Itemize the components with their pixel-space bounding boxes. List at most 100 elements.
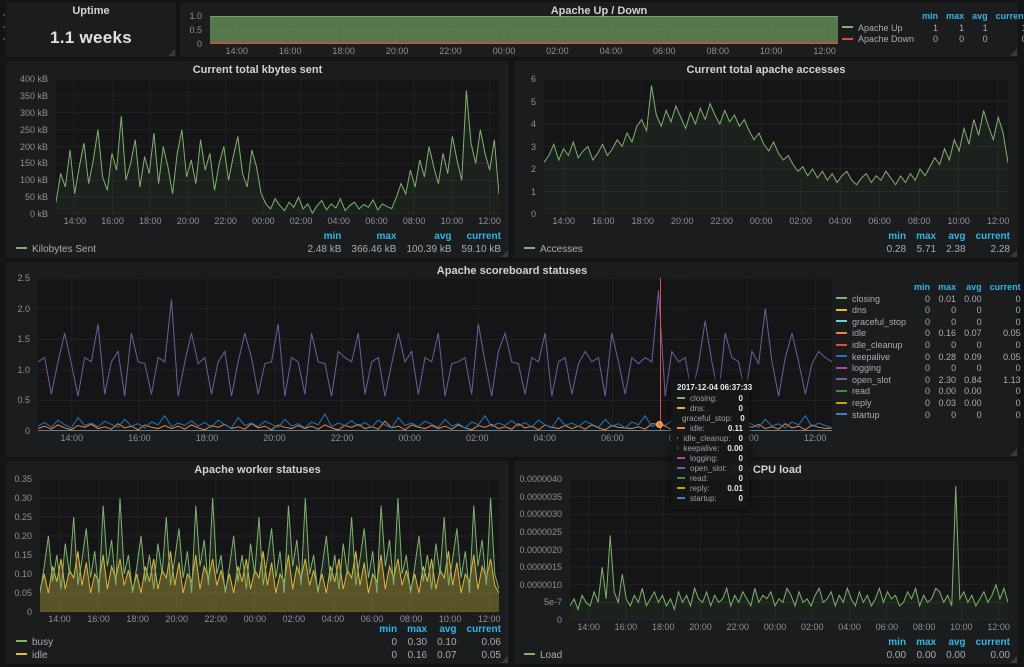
legend-value: 0 (906, 363, 930, 375)
panel-title[interactable]: Current total apache accesses (534, 64, 998, 76)
legend-item-reply[interactable]: reply (836, 398, 906, 410)
panel-title[interactable]: Current total kbytes sent (26, 64, 489, 76)
legend-header-min[interactable]: min (877, 230, 906, 243)
tooltip-series-value: 0 (731, 394, 743, 404)
series-color-swatch (16, 653, 27, 655)
x-tick: 04:00 (829, 216, 852, 226)
legend-value: 0 (369, 636, 397, 649)
legend-header-current[interactable]: current (982, 282, 1021, 294)
legend-value: 2.28 (966, 243, 1010, 256)
legend-item-Load[interactable]: Load (524, 649, 877, 662)
panel-title[interactable]: Uptime (26, 5, 156, 17)
legend-header-current[interactable]: current (452, 230, 501, 243)
legend-item-idle[interactable]: idle (836, 328, 906, 340)
legend-item-idle[interactable]: idle (16, 649, 369, 662)
cpu-chart[interactable] (570, 479, 1008, 620)
x-axis: 14:0016:0018:0020:0022:0000:0002:0004:00… (56, 215, 499, 227)
legend-item-dns[interactable]: dns (836, 305, 906, 317)
legend-value: 1 (914, 23, 938, 35)
legend-header-max[interactable]: max (341, 230, 396, 243)
legend-value: 0.05 (982, 352, 1021, 364)
legend-header-min[interactable]: min (877, 636, 906, 649)
legend-item-Apache Down[interactable]: Apache Down (842, 34, 914, 46)
legend-item-open_slot[interactable]: open_slot (836, 375, 906, 387)
legend-item-closing[interactable]: closing (836, 294, 906, 306)
tooltip-row: closing:0 (677, 394, 743, 404)
tooltip-row: dns:0 (677, 404, 743, 414)
panel-kbytes-sent: Current total kbytes sent 400 kB350 kB30… (6, 61, 509, 258)
grafana-dashboard: Uptime 1.1 weeks Apache Up / Down 1.00.5… (0, 0, 1024, 667)
legend-item-Accesses[interactable]: Accesses (524, 243, 877, 256)
legend-item-idle_cleanup[interactable]: idle_cleanup (836, 340, 906, 352)
x-tick: 00:00 (398, 433, 421, 443)
panel-title[interactable]: The CPU load (534, 464, 998, 476)
panel-resize-handle[interactable] (1010, 656, 1017, 663)
x-tick: 20:00 (177, 216, 200, 226)
x-tick: 04:00 (838, 622, 861, 632)
legend-header-avg[interactable]: avg (427, 623, 456, 636)
tooltip-row: idle_cleanup:0 (677, 434, 743, 444)
legend-header-min[interactable]: min (369, 623, 397, 636)
kbytes-chart[interactable] (56, 79, 499, 214)
legend-value: 100.39 kB (396, 243, 451, 256)
legend-header-max[interactable]: max (930, 282, 956, 294)
y-tick: 250 kB (20, 125, 48, 135)
panel-resize-handle[interactable] (1010, 49, 1017, 56)
legend-item-Apache Up[interactable]: Apache Up (842, 23, 914, 35)
legend-value: 0 (906, 352, 930, 364)
legend-header-avg[interactable]: avg (936, 230, 965, 243)
y-tick: 0.05 (14, 588, 32, 598)
legend-item-Kilobytes Sent[interactable]: Kilobytes Sent (16, 243, 298, 256)
accesses-legend: minmaxavgcurrentAccesses0.285.712.382.28 (524, 230, 1010, 256)
panel-resize-handle[interactable] (168, 49, 175, 56)
panel-title[interactable]: Apache Up / Down (200, 5, 998, 17)
legend-value: 59.10 kB (452, 243, 501, 256)
legend-header-max[interactable]: max (906, 230, 936, 243)
x-tick: 06:00 (868, 216, 891, 226)
panel-resize-handle[interactable] (501, 656, 508, 663)
x-tick: 02:00 (290, 216, 313, 226)
legend-item-startup[interactable]: startup (836, 410, 906, 422)
legend-header-avg[interactable]: avg (396, 230, 451, 243)
panel-resize-handle[interactable] (1010, 449, 1017, 456)
legend-header-current[interactable]: current (457, 623, 501, 636)
legend-header-current[interactable]: current (966, 230, 1010, 243)
series-color-swatch (836, 378, 847, 380)
series-color-swatch (836, 320, 847, 322)
legend-header-min[interactable]: min (298, 230, 342, 243)
legend-item-busy[interactable]: busy (16, 636, 369, 649)
panel-title[interactable]: Apache scoreboard statuses (26, 265, 998, 277)
panel-resize-handle[interactable] (501, 250, 508, 257)
legend-value: 0 (982, 305, 1021, 317)
series-color-swatch (836, 355, 847, 357)
legend-item-graceful_stop[interactable]: graceful_stop (836, 317, 906, 329)
legend-header-current[interactable]: current (966, 636, 1010, 649)
legend-header-avg[interactable]: avg (936, 636, 965, 649)
x-tick: 10:00 (947, 216, 970, 226)
x-tick: 02:00 (801, 622, 824, 632)
legend-header-min[interactable]: min (906, 282, 930, 294)
tooltip-row: idle:0.11 (677, 424, 743, 434)
worker-chart[interactable] (40, 479, 499, 612)
x-tick: 14:00 (577, 622, 600, 632)
legend-value: 1 (938, 23, 964, 35)
legend-value: 0 (982, 363, 1021, 375)
legend-header-max[interactable]: max (906, 636, 936, 649)
legend-value: 0 (906, 305, 930, 317)
accesses-chart[interactable] (544, 79, 1008, 214)
tooltip-series-value: 0 (731, 494, 743, 504)
panel-resize-handle[interactable] (1010, 250, 1017, 257)
y-axis: 400 kB350 kB300 kB250 kB200 kB150 kB100 … (6, 79, 52, 214)
legend-header-avg[interactable]: avg (956, 282, 982, 294)
panel-title[interactable]: Apache worker statuses (26, 464, 489, 476)
updown-chart[interactable] (210, 16, 838, 44)
y-axis: 0.00000400.00000350.00000300.00000250.00… (514, 479, 566, 620)
legend-header-max[interactable]: max (397, 623, 427, 636)
legend-value: 0.16 (397, 649, 427, 662)
y-tick: 1.0 (17, 365, 30, 375)
legend-item-logging[interactable]: logging (836, 363, 906, 375)
legend-item-read[interactable]: read (836, 386, 906, 398)
legend-row: idle_cleanup0000 (836, 340, 1021, 352)
legend-item-keepalive[interactable]: keepalive (836, 352, 906, 364)
panel-apache-updown: Apache Up / Down 1.00.50 14:0016:0018:00… (180, 2, 1018, 57)
